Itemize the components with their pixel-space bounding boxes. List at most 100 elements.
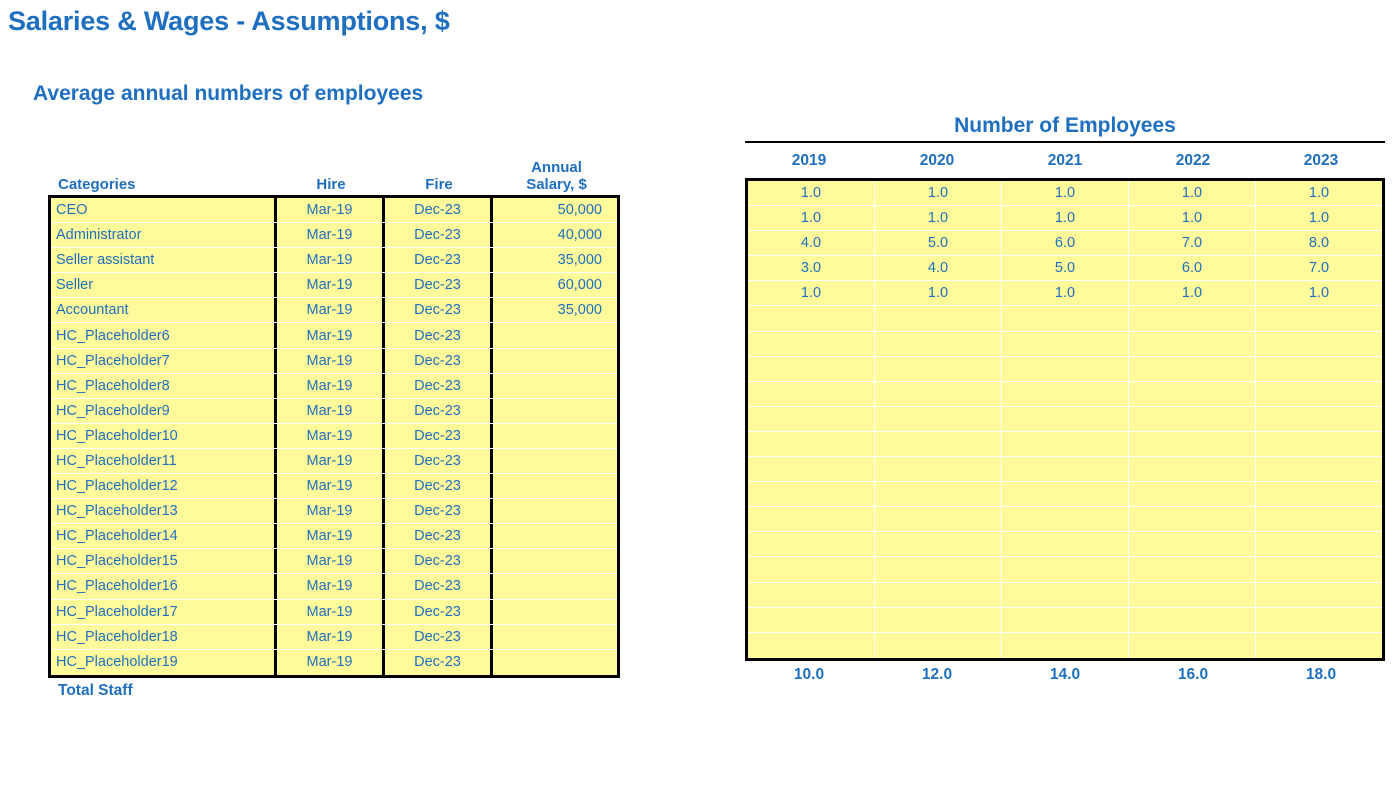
cell-employee-count[interactable]: 5.0 <box>1002 256 1129 281</box>
cell-employee-count[interactable] <box>1129 406 1256 431</box>
cell-fire[interactable]: Dec-23 <box>385 549 493 574</box>
cell-employee-count[interactable] <box>748 632 875 658</box>
cell-employee-count[interactable] <box>875 507 1002 532</box>
cell-hire[interactable]: Mar-19 <box>277 248 385 273</box>
cell-employee-count[interactable] <box>748 507 875 532</box>
cell-annual-salary[interactable] <box>493 524 613 548</box>
cell-annual-salary[interactable]: 60,000 <box>493 273 613 297</box>
cell-employee-count[interactable] <box>748 331 875 356</box>
cell-employee-count[interactable] <box>875 457 1002 482</box>
cell-employee-count[interactable] <box>1002 356 1129 381</box>
cell-employee-count[interactable]: 4.0 <box>748 231 875 256</box>
cell-employee-count[interactable] <box>1256 306 1382 330</box>
cell-employee-count[interactable] <box>1002 457 1129 482</box>
cell-category[interactable]: HC_Placeholder8 <box>51 373 277 398</box>
cell-employee-count[interactable]: 6.0 <box>1002 231 1129 256</box>
table-row[interactable]: 4.0 5.0 6.0 7.0 8.0 <box>748 231 1382 257</box>
cell-employee-count[interactable]: 1.0 <box>748 206 875 231</box>
table-row[interactable]: Seller Mar-19 Dec-23 60,000 <box>51 273 617 299</box>
cell-category[interactable]: HC_Placeholder15 <box>51 549 277 574</box>
cell-annual-salary[interactable] <box>493 449 613 473</box>
cell-employee-count[interactable] <box>1129 582 1256 607</box>
cell-employee-count[interactable] <box>1129 507 1256 532</box>
cell-employee-count[interactable] <box>1256 357 1382 381</box>
table-row[interactable] <box>748 532 1382 558</box>
cell-employee-count[interactable] <box>875 482 1002 507</box>
cell-employee-count[interactable]: 3.0 <box>748 256 875 281</box>
cell-fire[interactable]: Dec-23 <box>385 499 493 524</box>
cell-fire[interactable]: Dec-23 <box>385 348 493 373</box>
cell-fire[interactable]: Dec-23 <box>385 248 493 273</box>
cell-employee-count[interactable]: 1.0 <box>1256 281 1382 305</box>
cell-employee-count[interactable] <box>1002 306 1129 331</box>
cell-employee-count[interactable]: 1.0 <box>1129 181 1256 206</box>
cell-employee-count[interactable] <box>1256 382 1382 406</box>
cell-employee-count[interactable]: 1.0 <box>875 281 1002 306</box>
cell-employee-count[interactable] <box>1002 331 1129 356</box>
cell-employee-count[interactable]: 1.0 <box>1129 281 1256 306</box>
cell-hire[interactable]: Mar-19 <box>277 373 385 398</box>
cell-employee-count[interactable] <box>1129 482 1256 507</box>
cell-employee-count[interactable] <box>1129 331 1256 356</box>
cell-employee-count[interactable]: 8.0 <box>1256 231 1382 255</box>
table-row[interactable]: HC_Placeholder6 Mar-19 Dec-23 <box>51 323 617 349</box>
cell-employee-count[interactable] <box>875 632 1002 658</box>
cell-employee-count[interactable]: 1.0 <box>1129 206 1256 231</box>
cell-employee-count[interactable] <box>1129 431 1256 457</box>
cell-fire[interactable]: Dec-23 <box>385 223 493 248</box>
cell-employee-count[interactable] <box>1002 431 1129 457</box>
table-row[interactable]: Accountant Mar-19 Dec-23 35,000 <box>51 298 617 324</box>
table-row[interactable]: Seller assistant Mar-19 Dec-23 35,000 <box>51 248 617 274</box>
cell-category[interactable]: HC_Placeholder11 <box>51 448 277 474</box>
cell-employee-count[interactable]: 6.0 <box>1129 256 1256 281</box>
cell-annual-salary[interactable] <box>493 424 613 448</box>
table-row[interactable]: HC_Placeholder13 Mar-19 Dec-23 <box>51 499 617 525</box>
cell-employee-count[interactable] <box>1256 432 1382 456</box>
table-row[interactable]: 1.0 1.0 1.0 1.0 1.0 <box>748 181 1382 207</box>
cell-employee-count[interactable] <box>748 306 875 331</box>
cell-annual-salary[interactable] <box>493 650 613 675</box>
table-row[interactable] <box>748 331 1382 357</box>
cell-employee-count[interactable] <box>1129 557 1256 582</box>
cell-hire[interactable]: Mar-19 <box>277 524 385 549</box>
cell-employee-count[interactable] <box>748 557 875 582</box>
cell-fire[interactable]: Dec-23 <box>385 574 493 599</box>
cell-employee-count[interactable]: 7.0 <box>1129 231 1256 256</box>
cell-employee-count[interactable] <box>875 381 1002 406</box>
cell-employee-count[interactable] <box>875 331 1002 356</box>
cell-category[interactable]: HC_Placeholder13 <box>51 499 277 524</box>
cell-hire[interactable]: Mar-19 <box>277 323 385 348</box>
cell-hire[interactable]: Mar-19 <box>277 574 385 599</box>
cell-employee-count[interactable]: 1.0 <box>748 181 875 206</box>
cell-fire[interactable]: Dec-23 <box>385 624 493 649</box>
cell-employee-count[interactable] <box>1256 482 1382 506</box>
table-row[interactable]: HC_Placeholder12 Mar-19 Dec-23 <box>51 474 617 500</box>
table-row[interactable] <box>748 582 1382 608</box>
cell-employee-count[interactable] <box>748 607 875 632</box>
cell-hire[interactable]: Mar-19 <box>277 198 385 223</box>
cell-employee-count[interactable] <box>748 381 875 406</box>
cell-annual-salary[interactable] <box>493 399 613 423</box>
cell-hire[interactable]: Mar-19 <box>277 348 385 373</box>
cell-employee-count[interactable]: 1.0 <box>1002 181 1129 206</box>
cell-hire[interactable]: Mar-19 <box>277 273 385 298</box>
table-row[interactable]: 3.0 4.0 5.0 6.0 7.0 <box>748 256 1382 282</box>
cell-fire[interactable]: Dec-23 <box>385 298 493 323</box>
table-row[interactable]: HC_Placeholder18 Mar-19 Dec-23 <box>51 624 617 650</box>
table-row[interactable]: HC_Placeholder9 Mar-19 Dec-23 <box>51 398 617 424</box>
cell-employee-count[interactable] <box>1256 608 1382 632</box>
cell-employee-count[interactable] <box>1002 632 1129 658</box>
cell-employee-count[interactable] <box>875 557 1002 582</box>
table-row[interactable]: HC_Placeholder17 Mar-19 Dec-23 <box>51 599 617 625</box>
cell-employee-count[interactable] <box>748 457 875 482</box>
cell-employee-count[interactable] <box>1002 381 1129 406</box>
cell-annual-salary[interactable] <box>493 625 613 649</box>
cell-fire[interactable]: Dec-23 <box>385 599 493 624</box>
cell-hire[interactable]: Mar-19 <box>277 423 385 448</box>
cell-category[interactable]: Seller <box>51 273 277 298</box>
cell-employee-count[interactable]: 1.0 <box>1002 206 1129 231</box>
cell-employee-count[interactable]: 1.0 <box>875 206 1002 231</box>
cell-category[interactable]: HC_Placeholder14 <box>51 524 277 549</box>
cell-fire[interactable]: Dec-23 <box>385 323 493 348</box>
cell-employee-count[interactable] <box>875 356 1002 381</box>
